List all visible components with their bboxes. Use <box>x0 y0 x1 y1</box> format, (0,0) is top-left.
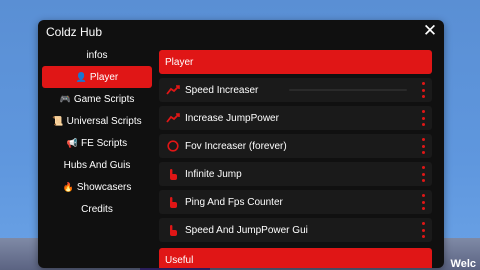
script-label: Speed Increaser <box>185 84 259 96</box>
sidebar-item-label: Credits <box>81 203 113 215</box>
sidebar-item-infos[interactable]: infos <box>42 44 152 66</box>
more-options-icon[interactable] <box>420 82 426 98</box>
sidebar-item-player[interactable]: 👤 Player <box>42 66 152 88</box>
fire-icon: 🔥 <box>62 181 74 192</box>
user-icon: 👤 <box>75 71 87 82</box>
sidebar-item-credits[interactable]: Credits <box>42 198 152 220</box>
more-options-icon[interactable] <box>420 138 426 154</box>
script-label: Infinite Jump <box>185 168 242 180</box>
trend-up-icon <box>163 113 183 123</box>
sidebar-item-label: Game Scripts <box>73 93 135 105</box>
sidebar: infos 👤 Player 🎮 Game Scripts 📜 Universa… <box>42 44 152 220</box>
more-options-icon[interactable] <box>420 194 426 210</box>
script-row-increase-jumppower[interactable]: Increase JumpPower <box>159 106 432 130</box>
game-welcome-text: Welc <box>450 258 476 270</box>
more-options-icon[interactable] <box>420 166 426 182</box>
sidebar-item-label: Showcasers <box>76 181 132 193</box>
sidebar-item-fe-scripts[interactable]: 📢 FE Scripts <box>42 132 152 154</box>
trend-up-icon <box>163 85 183 95</box>
sidebar-item-label: Hubs And Guis <box>63 159 131 171</box>
more-options-icon[interactable] <box>420 222 426 238</box>
script-row-fov-increaser[interactable]: Fov Increaser (forever) <box>159 134 432 158</box>
sidebar-item-universal-scripts[interactable]: 📜 Universal Scripts <box>42 110 152 132</box>
sidebar-item-label: FE Scripts <box>81 137 128 149</box>
script-label: Ping And Fps Counter <box>185 196 283 208</box>
scroll-icon: 📜 <box>52 115 64 126</box>
section-header-useful: Useful <box>159 248 432 268</box>
gamepad-icon: 🎮 <box>59 93 71 104</box>
sidebar-item-hubs-and-guis[interactable]: Hubs And Guis <box>42 154 152 176</box>
script-label: Speed And JumpPower Gui <box>185 224 308 236</box>
window-title: Coldz Hub <box>46 25 103 39</box>
sidebar-item-showcasers[interactable]: 🔥 Showcasers <box>42 176 152 198</box>
main-panel: Player Speed Increaser Increase JumpPowe… <box>159 50 432 268</box>
script-row-speed-jumppower-gui[interactable]: Speed And JumpPower Gui <box>159 218 432 242</box>
script-label: Increase JumpPower <box>185 112 279 124</box>
close-button[interactable]: ✕ <box>420 21 440 41</box>
section-header-player: Player <box>159 50 432 74</box>
sidebar-item-label: Universal Scripts <box>66 115 142 127</box>
hub-window: Coldz Hub ✕ infos 👤 Player 🎮 Game Script… <box>38 20 444 268</box>
tap-hand-icon <box>163 196 183 209</box>
speed-slider-track[interactable] <box>289 89 407 91</box>
sidebar-item-label: Player <box>89 71 119 83</box>
sidebar-item-label: infos <box>86 49 108 61</box>
more-options-icon[interactable] <box>420 110 426 126</box>
tap-hand-icon <box>163 224 183 237</box>
tap-hand-icon <box>163 168 183 181</box>
script-row-speed-increaser[interactable]: Speed Increaser <box>159 78 432 102</box>
script-row-ping-fps-counter[interactable]: Ping And Fps Counter <box>159 190 432 214</box>
circle-icon <box>163 140 183 152</box>
script-label: Fov Increaser (forever) <box>185 140 287 152</box>
sidebar-item-game-scripts[interactable]: 🎮 Game Scripts <box>42 88 152 110</box>
megaphone-icon: 📢 <box>66 137 79 148</box>
script-row-infinite-jump[interactable]: Infinite Jump <box>159 162 432 186</box>
